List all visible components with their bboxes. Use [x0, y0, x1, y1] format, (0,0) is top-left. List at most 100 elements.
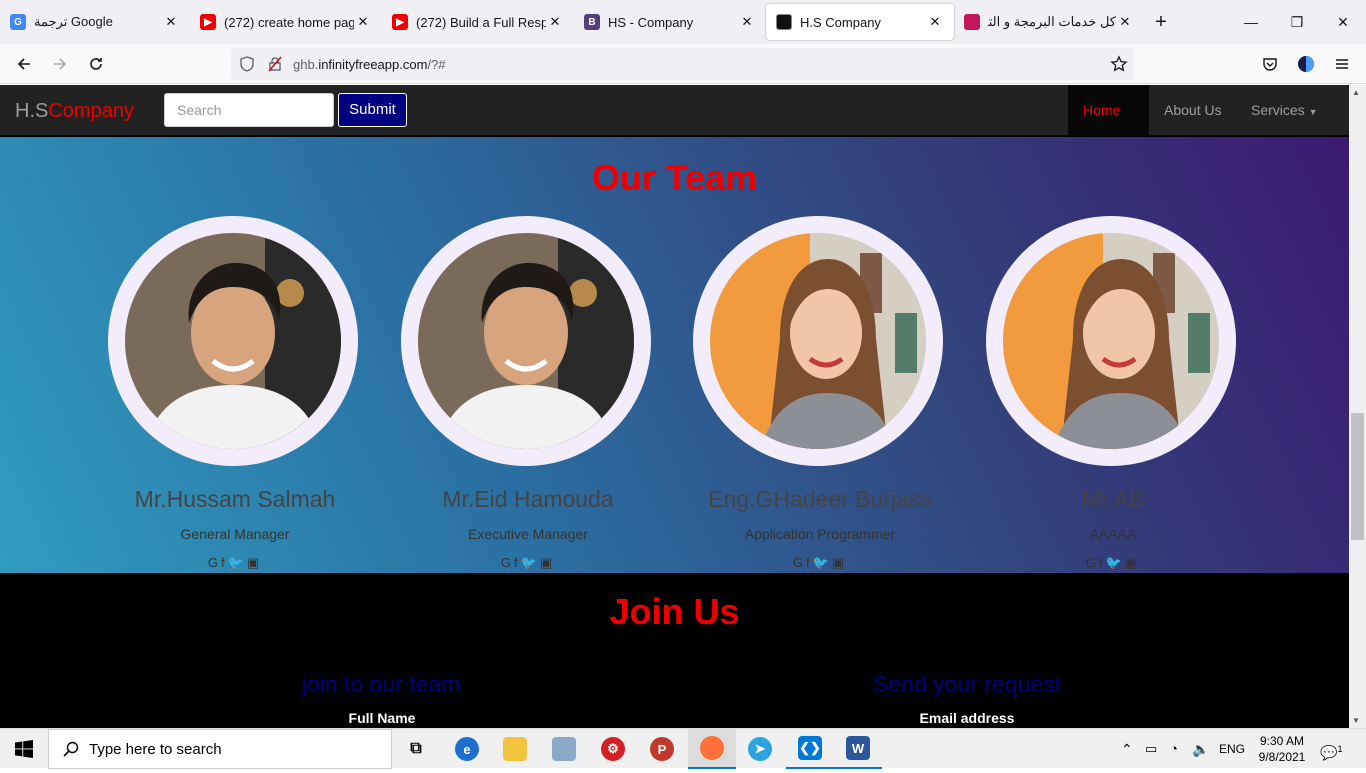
youtube-icon[interactable]: ▣	[247, 555, 262, 570]
forward-button[interactable]	[44, 44, 76, 84]
scroll-down-icon[interactable]: ▼	[1352, 716, 1360, 725]
network-icon[interactable]: ◔	[1170, 729, 1178, 769]
app-button[interactable]	[540, 729, 588, 769]
url-path: /?#	[427, 56, 446, 72]
send-request-heading: Send your request	[873, 671, 1061, 697]
language-indicator[interactable]: ENG	[1219, 729, 1245, 769]
google-icon[interactable]: G	[501, 555, 514, 570]
twitter-icon[interactable]: 🐦	[1106, 555, 1125, 570]
minimize-button[interactable]: —	[1228, 0, 1274, 44]
browser-tab-bar: G ترجمة Google ✕ ▶ (272) create home pag…	[0, 0, 1366, 44]
close-icon[interactable]: ✕	[162, 14, 180, 30]
psiphon-icon: P	[650, 737, 674, 761]
account-button[interactable]	[1290, 44, 1322, 84]
address-bar[interactable]: ghb.infinityfreeapp.com/?#	[231, 48, 1134, 80]
twitter-icon[interactable]: 🐦	[521, 555, 540, 570]
gear-app-icon: ⚙	[601, 737, 625, 761]
scroll-up-icon[interactable]: ▲	[1352, 88, 1360, 97]
restore-button[interactable]: ❐	[1274, 0, 1320, 44]
tab-arabic[interactable]: كل خدمات البرمجة و التصم ✕	[954, 0, 1144, 44]
youtube-icon[interactable]: ▣	[1125, 555, 1140, 570]
twitter-icon[interactable]: 🐦	[813, 555, 832, 570]
folder-icon	[503, 737, 527, 761]
vscode-button[interactable]: ❮❯	[786, 729, 834, 769]
google-icon[interactable]: G	[793, 555, 806, 570]
shield-icon[interactable]	[239, 56, 255, 72]
reload-button[interactable]	[80, 44, 112, 84]
team-member-card: Mr.Hussam Salmah General Manager Gf🐦▣	[53, 137, 358, 573]
avatar	[986, 216, 1236, 466]
team-member-card: Eng.GHadeer Burjass Application Programme…	[638, 137, 943, 573]
url-domain: infinityfreeapp.com	[318, 56, 428, 72]
file-explorer-button[interactable]	[491, 729, 539, 769]
windows-taskbar: Type here to search ⧉ e ⚙ P ➤ ❮❯ W ⌃ ▭ ◔…	[0, 728, 1366, 769]
nav-services[interactable]: Services ▼	[1236, 85, 1333, 135]
tab-title: HS - Company	[608, 14, 694, 30]
word-button[interactable]: W	[834, 729, 882, 769]
close-icon[interactable]: ✕	[926, 14, 944, 30]
insecure-lock-icon[interactable]	[267, 56, 283, 72]
tab-title: H.S Company	[800, 14, 881, 30]
hamburger-menu-icon	[1336, 59, 1348, 69]
volume-icon[interactable]: 🔈	[1192, 729, 1209, 769]
portrait-photo	[1003, 233, 1219, 449]
pocket-button[interactable]	[1254, 44, 1286, 84]
browser-nav-bar: ghb.infinityfreeapp.com/?#	[0, 44, 1366, 84]
site-navbar: H.SCompany Search Submit Home About Us S…	[0, 85, 1349, 136]
bookmark-star-icon[interactable]	[1110, 55, 1128, 73]
portrait-photo	[125, 233, 341, 449]
battery-icon[interactable]: ▭	[1145, 729, 1157, 769]
google-translate-icon: G	[10, 14, 26, 30]
google-icon[interactable]: G	[208, 555, 221, 570]
app-red-button[interactable]: ⚙	[589, 729, 637, 769]
search-input[interactable]: Search	[164, 93, 334, 127]
facebook-icon[interactable]: f	[1099, 555, 1106, 570]
taskbar-search-input[interactable]: Type here to search	[48, 729, 392, 769]
firefox-icon	[700, 736, 724, 760]
tab-title: كل خدمات البرمجة و التصم	[988, 14, 1116, 29]
forward-arrow-icon	[54, 58, 67, 70]
edge-button[interactable]: e	[443, 729, 491, 769]
task-view-button[interactable]: ⧉	[392, 729, 440, 769]
close-icon[interactable]: ✕	[546, 14, 564, 30]
tab-hs-company[interactable]: B HS - Company ✕	[574, 0, 766, 44]
close-icon[interactable]: ✕	[1116, 14, 1134, 30]
back-arrow-icon	[17, 58, 30, 70]
tab-youtube-1[interactable]: ▶ (272) create home page in ✕	[190, 0, 382, 44]
menu-button[interactable]	[1326, 44, 1358, 84]
reload-icon	[90, 58, 102, 70]
scrollbar-thumb[interactable]	[1351, 413, 1364, 540]
twitter-icon[interactable]: 🐦	[228, 555, 247, 570]
new-tab-button[interactable]: +	[1144, 0, 1178, 44]
facebook-icon[interactable]: f	[806, 555, 813, 570]
nav-home[interactable]: Home	[1068, 85, 1149, 135]
close-window-button[interactable]: ✕	[1320, 0, 1366, 44]
psiphon-button[interactable]: P	[638, 729, 686, 769]
web-page: H.SCompany Search Submit Home About Us S…	[0, 85, 1349, 728]
nav-about-us[interactable]: About Us	[1149, 85, 1237, 135]
google-icon[interactable]: G	[1086, 555, 1099, 570]
close-icon[interactable]: ✕	[738, 14, 756, 30]
start-button[interactable]	[0, 729, 48, 769]
youtube-icon[interactable]: ▣	[540, 555, 555, 570]
submit-button[interactable]: Submit	[338, 93, 407, 127]
page-scrollbar[interactable]	[1349, 85, 1366, 728]
tab-youtube-2[interactable]: ▶ (272) Build a Full Respons ✕	[382, 0, 574, 44]
account-icon	[1298, 56, 1314, 72]
youtube-icon[interactable]: ▣	[832, 555, 847, 570]
close-icon[interactable]: ✕	[354, 14, 372, 30]
site-icon	[776, 14, 792, 30]
site-brand[interactable]: H.SCompany	[15, 100, 134, 123]
firefox-button[interactable]	[688, 729, 736, 769]
back-button[interactable]	[8, 44, 40, 84]
tab-title: ترجمة Google	[34, 14, 113, 29]
clock[interactable]: 9:30 AM 9/8/2021	[1252, 729, 1312, 769]
telegram-button[interactable]: ➤	[736, 729, 784, 769]
url-text: ghb.infinityfreeapp.com/?#	[293, 57, 446, 72]
tab-hs-company-active[interactable]: H.S Company ✕	[766, 4, 954, 40]
notification-center-button[interactable]: 💬1	[1320, 729, 1342, 769]
show-hidden-icons-button[interactable]: ⌃	[1121, 729, 1133, 769]
facebook-icon[interactable]: f	[221, 555, 228, 570]
facebook-icon[interactable]: f	[514, 555, 521, 570]
tab-google-translate[interactable]: G ترجمة Google ✕	[0, 0, 190, 44]
